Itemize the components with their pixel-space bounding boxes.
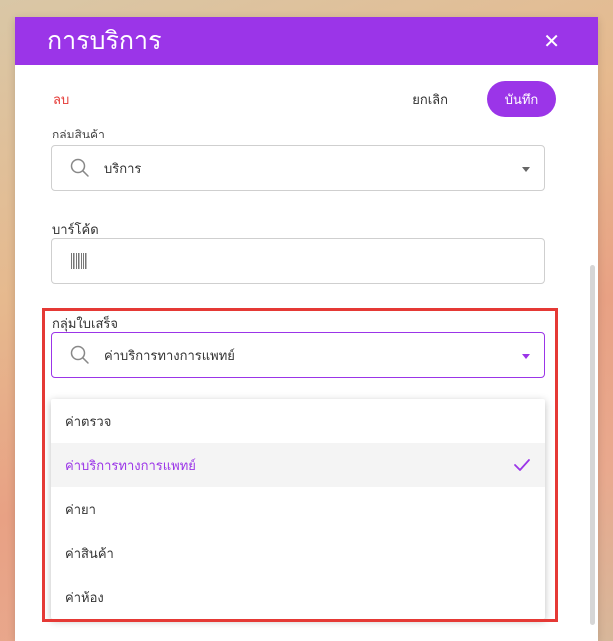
cancel-button[interactable]: ยกเลิก <box>412 89 448 110</box>
receipt-group-dropdown: ค่าตรวจ ค่าบริการทางการแพทย์ ค่ายา ค่าสิ… <box>51 399 545 619</box>
option-label: ค่าบริการทางการแพทย์ <box>65 458 196 474</box>
service-modal: การบริการ ✕ ลบ ยกเลิก บันทึก กลุ่มสินค้า… <box>15 17 598 641</box>
product-group-select[interactable]: บริการ <box>51 145 545 191</box>
scrollbar[interactable] <box>590 265 595 625</box>
dropdown-option[interactable]: ค่าห้อง <box>51 575 545 619</box>
save-button[interactable]: บันทึก <box>487 81 556 117</box>
chevron-down-icon[interactable] <box>522 167 530 172</box>
receipt-group-label: กลุ่มใบเสร็จ <box>52 317 118 332</box>
search-icon <box>70 345 89 364</box>
delete-button[interactable]: ลบ <box>53 89 69 110</box>
dropdown-option[interactable]: ค่าตรวจ <box>51 399 545 443</box>
receipt-group-select[interactable]: ค่าบริการทางการแพทย์ <box>51 332 545 378</box>
barcode-label: บาร์โค้ด <box>52 223 99 238</box>
dropdown-option[interactable]: ค่ายา <box>51 487 545 531</box>
product-group-value: บริการ <box>104 161 142 177</box>
dropdown-option-selected[interactable]: ค่าบริการทางการแพทย์ <box>51 443 545 487</box>
barcode-icon <box>71 253 87 269</box>
close-icon[interactable]: ✕ <box>543 29 560 53</box>
option-label: ค่าตรวจ <box>65 414 112 430</box>
dropdown-option[interactable]: ค่าสินค้า <box>51 531 545 575</box>
option-label: ค่าสินค้า <box>65 546 114 562</box>
search-icon <box>70 158 89 177</box>
product-group-label: กลุ่มสินค้า <box>52 128 105 138</box>
modal-header: การบริการ ✕ <box>15 17 598 65</box>
option-label: ค่ายา <box>65 502 96 518</box>
action-bar: ลบ ยกเลิก บันทึก <box>15 65 598 133</box>
option-label: ค่าห้อง <box>65 590 104 606</box>
receipt-group-value: ค่าบริการทางการแพทย์ <box>104 348 235 364</box>
form-content: กลุ่มสินค้า บริการ บาร์โค้ด กลุ่มใบเสร็จ <box>15 128 598 641</box>
check-icon <box>514 459 530 471</box>
chevron-down-icon[interactable] <box>522 354 530 359</box>
barcode-field[interactable] <box>51 238 545 284</box>
page-title: การบริการ <box>47 26 162 55</box>
